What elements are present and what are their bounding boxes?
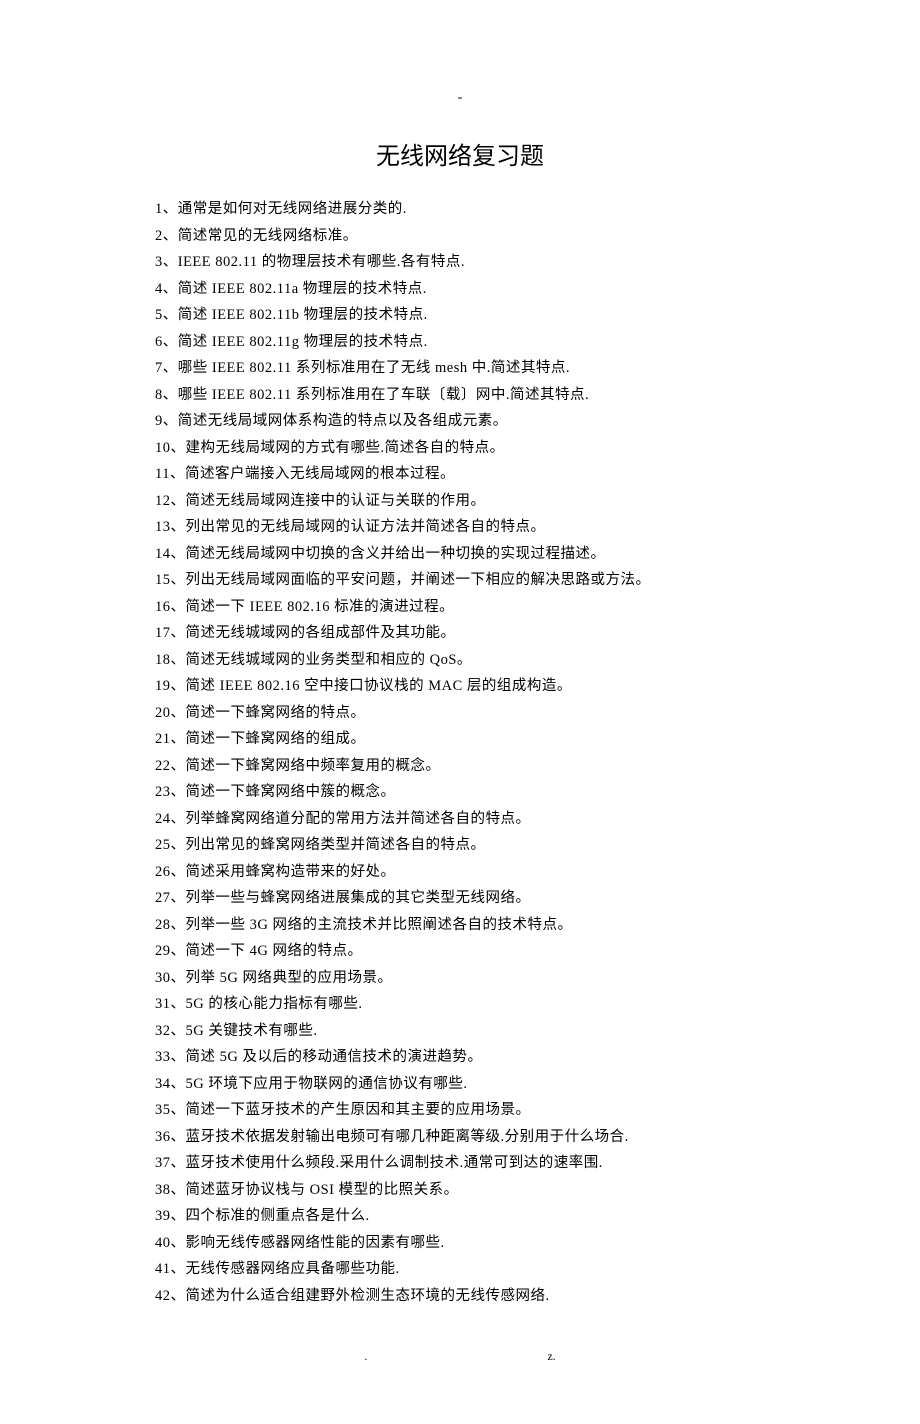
question-item: 29、简述一下 4G 网络的特点。: [155, 938, 765, 965]
question-item: 16、简述一下 IEEE 802.16 标准的演进过程。: [155, 594, 765, 621]
question-item: 10、建构无线局域网的方式有哪些.简述各自的特点。: [155, 435, 765, 462]
question-item: 3、IEEE 802.11 的物理层技术有哪些.各有特点.: [155, 249, 765, 276]
page-footer: . z.: [155, 1349, 765, 1364]
question-item: 28、列举一些 3G 网络的主流技术并比照阐述各自的技术特点。: [155, 912, 765, 939]
question-item: 15、列出无线局域网面临的平安问题，并阐述一下相应的解决思路或方法。: [155, 567, 765, 594]
question-item: 37、蓝牙技术使用什么频段.采用什么调制技术.通常可到达的速率围.: [155, 1150, 765, 1177]
question-item: 5、简述 IEEE 802.11b 物理层的技术特点.: [155, 302, 765, 329]
question-item: 18、简述无线城域网的业务类型和相应的 QoS。: [155, 647, 765, 674]
question-item: 7、哪些 IEEE 802.11 系列标准用在了无线 mesh 中.简述其特点.: [155, 355, 765, 382]
question-item: 17、简述无线城域网的各组成部件及其功能。: [155, 620, 765, 647]
footer-z: z.: [547, 1349, 555, 1364]
question-item: 38、简述蓝牙协议栈与 OSI 模型的比照关系。: [155, 1177, 765, 1204]
question-item: 33、简述 5G 及以后的移动通信技术的演进趋势。: [155, 1044, 765, 1071]
document-page: - 无线网络复习题 1、通常是如何对无线网络进展分类的.2、简述常见的无线网络标…: [0, 0, 920, 1424]
question-item: 30、列举 5G 网络典型的应用场景。: [155, 965, 765, 992]
question-item: 25、列出常见的蜂窝网络类型并简述各自的特点。: [155, 832, 765, 859]
question-item: 42、简述为什么适合组建野外检测生态环境的无线传感网络.: [155, 1283, 765, 1310]
footer-dot: .: [364, 1349, 544, 1364]
question-list: 1、通常是如何对无线网络进展分类的.2、简述常见的无线网络标准。3、IEEE 8…: [155, 196, 765, 1309]
question-item: 27、列举一些与蜂窝网络进展集成的其它类型无线网络。: [155, 885, 765, 912]
question-item: 24、列举蜂窝网络道分配的常用方法并简述各自的特点。: [155, 806, 765, 833]
question-item: 21、简述一下蜂窝网络的组成。: [155, 726, 765, 753]
question-item: 23、简述一下蜂窝网络中簇的概念。: [155, 779, 765, 806]
question-item: 13、列出常见的无线局域网的认证方法并简述各自的特点。: [155, 514, 765, 541]
question-item: 40、影响无线传感器网络性能的因素有哪些.: [155, 1230, 765, 1257]
question-item: 2、简述常见的无线网络标准。: [155, 223, 765, 250]
question-item: 1、通常是如何对无线网络进展分类的.: [155, 196, 765, 223]
question-item: 12、简述无线局域网连接中的认证与关联的作用。: [155, 488, 765, 515]
question-item: 9、简述无线局域网体系构造的特点以及各组成元素。: [155, 408, 765, 435]
question-item: 4、简述 IEEE 802.11a 物理层的技术特点.: [155, 276, 765, 303]
question-item: 35、简述一下蓝牙技术的产生原因和其主要的应用场景。: [155, 1097, 765, 1124]
question-item: 31、5G 的核心能力指标有哪些.: [155, 991, 765, 1018]
question-item: 32、5G 关键技术有哪些.: [155, 1018, 765, 1045]
question-item: 14、简述无线局域网中切换的含义并给出一种切换的实现过程描述。: [155, 541, 765, 568]
document-title: 无线网络复习题: [155, 136, 765, 171]
question-item: 34、5G 环境下应用于物联网的通信协议有哪些.: [155, 1071, 765, 1098]
question-item: 26、简述采用蜂窝构造带来的好处。: [155, 859, 765, 886]
header-mark: -: [155, 90, 765, 106]
question-item: 36、蓝牙技术依据发射输出电频可有哪几种距离等级.分别用于什么场合.: [155, 1124, 765, 1151]
question-item: 20、简述一下蜂窝网络的特点。: [155, 700, 765, 727]
question-item: 41、无线传感器网络应具备哪些功能.: [155, 1256, 765, 1283]
question-item: 39、四个标准的侧重点各是什么.: [155, 1203, 765, 1230]
question-item: 11、简述客户端接入无线局域网的根本过程。: [155, 461, 765, 488]
question-item: 19、简述 IEEE 802.16 空中接口协议栈的 MAC 层的组成构造。: [155, 673, 765, 700]
question-item: 8、哪些 IEEE 802.11 系列标准用在了车联〔载〕网中.简述其特点.: [155, 382, 765, 409]
question-item: 22、简述一下蜂窝网络中频率复用的概念。: [155, 753, 765, 780]
question-item: 6、简述 IEEE 802.11g 物理层的技术特点.: [155, 329, 765, 356]
